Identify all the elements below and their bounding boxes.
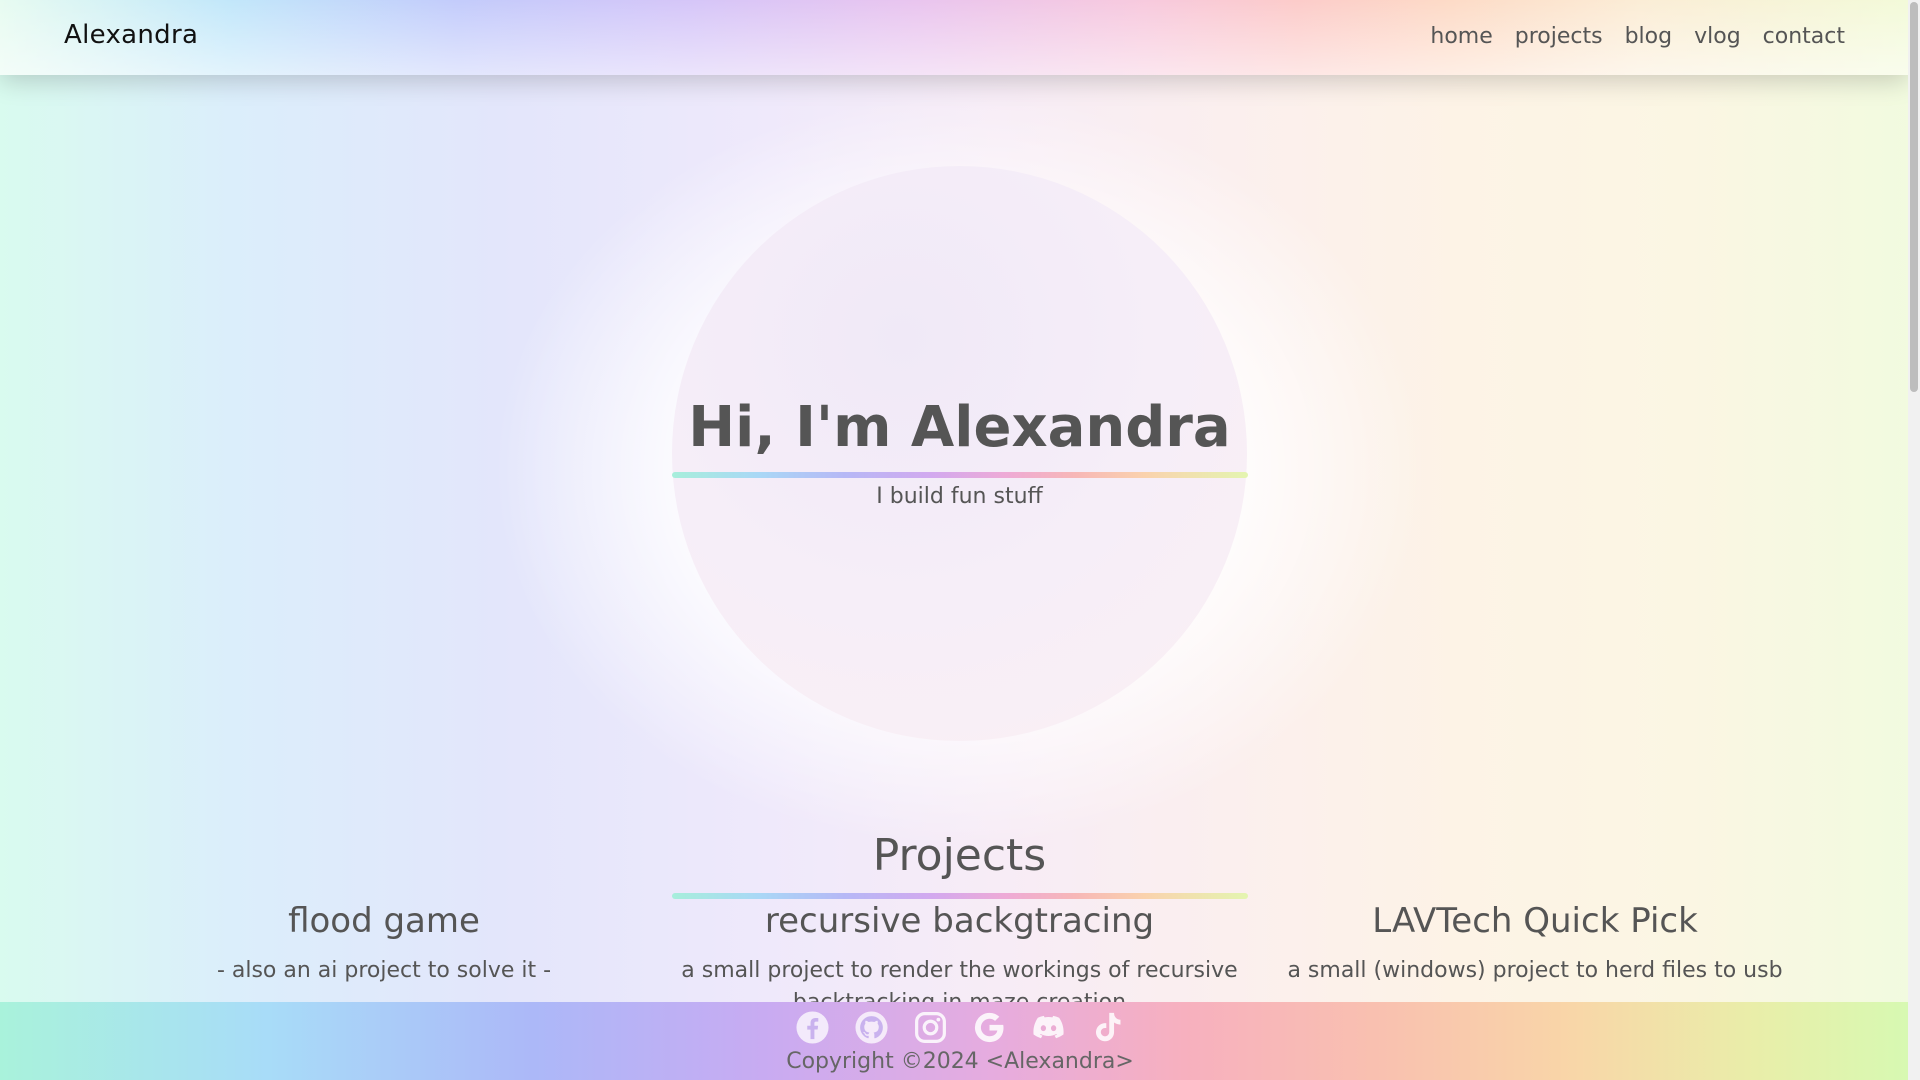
hero-title: Hi, I'm Alexandra: [688, 395, 1231, 460]
google-icon[interactable]: [972, 1010, 1007, 1045]
nav-links: home projects blog vlog contact: [1430, 24, 1845, 49]
top-navbar: Alexandra home projects blog vlog contac…: [0, 0, 1908, 75]
project-card-flood-game[interactable]: flood game - also an ai project to solve…: [184, 897, 584, 987]
nav-link-contact[interactable]: contact: [1763, 24, 1845, 49]
brand-name[interactable]: Alexandra: [64, 20, 198, 50]
hero-divider: [672, 472, 1248, 478]
page-scrollbar[interactable]: [1908, 0, 1920, 1080]
project-card-recursive-backtracing[interactable]: recursive backgtracing a small project t…: [672, 897, 1247, 1019]
nav-link-projects[interactable]: projects: [1515, 24, 1603, 49]
projects-heading: Projects: [872, 830, 1047, 881]
scrollbar-thumb[interactable]: [1910, 2, 1918, 392]
footer: Copyright ©2024 <Alexandra>: [0, 1002, 1908, 1080]
instagram-icon[interactable]: [913, 1010, 948, 1045]
discord-icon[interactable]: [1031, 1010, 1066, 1045]
project-name[interactable]: LAVTech Quick Pick: [1280, 901, 1790, 941]
nav-link-blog[interactable]: blog: [1625, 24, 1673, 49]
github-icon[interactable]: [854, 1010, 889, 1045]
tiktok-icon[interactable]: [1090, 1010, 1125, 1045]
project-desc: a small (windows) project to herd files …: [1287, 958, 1783, 983]
nav-link-home[interactable]: home: [1430, 24, 1492, 49]
social-icons: [0, 1010, 1920, 1045]
facebook-icon[interactable]: [795, 1010, 830, 1045]
project-name[interactable]: recursive backgtracing: [672, 901, 1247, 941]
nav-link-vlog[interactable]: vlog: [1694, 24, 1741, 49]
project-card-lavtech-quick-pick[interactable]: LAVTech Quick Pick a small (windows) pro…: [1280, 897, 1790, 987]
project-name[interactable]: flood game: [184, 901, 584, 941]
project-desc: - also an ai project to solve it -: [216, 958, 552, 983]
copyright-text: Copyright ©2024 <Alexandra>: [786, 1049, 1134, 1074]
hero-subtitle: I build fun stuff: [876, 484, 1043, 509]
